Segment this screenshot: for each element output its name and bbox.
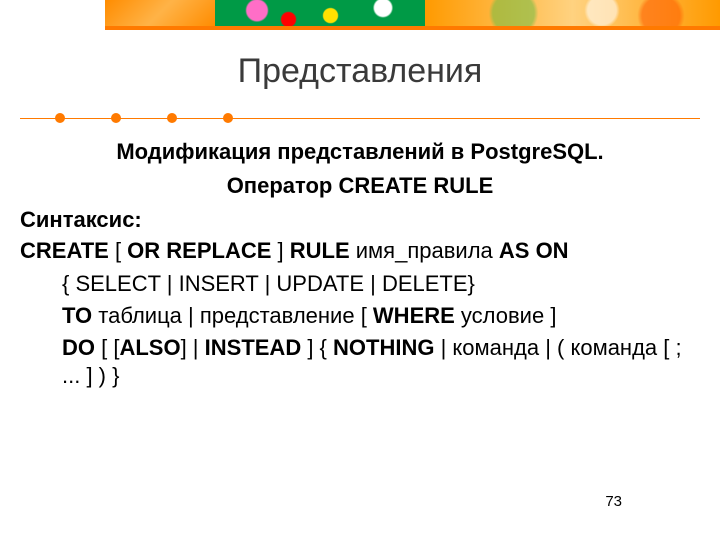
txt: условие ] bbox=[455, 303, 557, 328]
decor-segment bbox=[215, 0, 425, 26]
kw-also: ALSO bbox=[119, 335, 180, 360]
kw-to: TO bbox=[62, 303, 92, 328]
syntax-line: TO таблица | представление [ WHERE услов… bbox=[20, 302, 700, 330]
syntax-line: DO [ [ALSO] | INSTEAD ] { NOTHING | кома… bbox=[20, 334, 700, 390]
syntax-block: CREATE [ OR REPLACE ] RULE имя_правила A… bbox=[20, 237, 700, 390]
kw-instead: INSTEAD bbox=[205, 335, 302, 360]
txt: ] { bbox=[301, 335, 333, 360]
bullet-divider bbox=[20, 114, 700, 124]
decor-segment bbox=[425, 0, 720, 26]
txt: ] | bbox=[181, 335, 205, 360]
txt: таблица | представление [ bbox=[92, 303, 373, 328]
content-block: Модификация представлений в PostgreSQL. … bbox=[20, 138, 700, 394]
syntax-line: { SELECT | INSERT | UPDATE | DELETE} bbox=[20, 270, 700, 298]
page-title: Представления bbox=[0, 52, 720, 91]
divider-dots bbox=[55, 113, 233, 123]
subtitle-line2: Оператор CREATE RULE bbox=[20, 172, 700, 200]
kw-rule: RULE bbox=[290, 238, 350, 263]
page-number: 73 bbox=[605, 493, 622, 510]
subtitle-line1: Модификация представлений в PostgreSQL. bbox=[20, 138, 700, 166]
top-accent-line bbox=[105, 26, 720, 30]
syntax-label: Синтаксис: bbox=[20, 206, 700, 234]
txt: ] bbox=[271, 238, 289, 263]
dot-icon bbox=[55, 113, 65, 123]
txt: [ bbox=[109, 238, 127, 263]
kw-nothing: NOTHING bbox=[333, 335, 434, 360]
kw-create: CREATE bbox=[20, 238, 109, 263]
syntax-line: CREATE [ OR REPLACE ] RULE имя_правила A… bbox=[20, 237, 700, 265]
txt: { SELECT | INSERT | UPDATE | DELETE} bbox=[62, 271, 475, 296]
txt: [ [ bbox=[95, 335, 119, 360]
kw-as-on: AS ON bbox=[499, 238, 569, 263]
txt: имя_правила bbox=[350, 238, 499, 263]
top-decor-strip bbox=[105, 0, 720, 26]
dot-icon bbox=[167, 113, 177, 123]
kw-or-replace: OR REPLACE bbox=[127, 238, 271, 263]
kw-where: WHERE bbox=[373, 303, 455, 328]
dot-icon bbox=[223, 113, 233, 123]
kw-do: DO bbox=[62, 335, 95, 360]
decor-segment bbox=[105, 0, 215, 26]
dot-icon bbox=[111, 113, 121, 123]
